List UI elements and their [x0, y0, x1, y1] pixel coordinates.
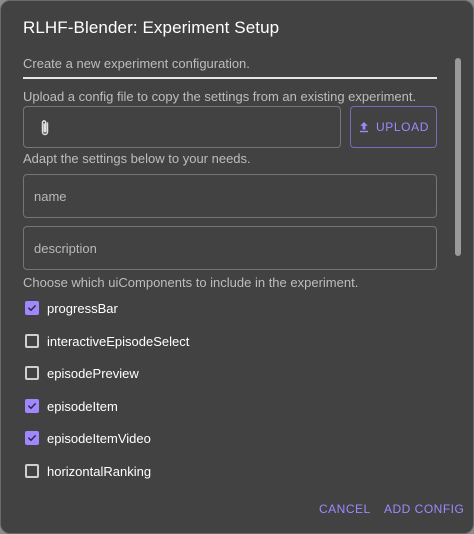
components-hint: Choose which uiComponents to include in …: [23, 275, 359, 290]
divider: [23, 77, 437, 79]
checkbox-row-horizontalRanking[interactable]: horizontalRanking: [23, 461, 151, 481]
upload-button-label: UPLOAD: [376, 120, 429, 134]
name-input[interactable]: [23, 174, 437, 218]
add-config-button[interactable]: ADD CONFIG: [384, 502, 464, 516]
checkbox-row-episodeItem[interactable]: episodeItem: [23, 396, 118, 416]
adapt-hint: Adapt the settings below to your needs.: [23, 151, 251, 166]
cancel-button[interactable]: CANCEL: [319, 502, 371, 516]
dialog-subtitle: Create a new experiment configuration.: [23, 56, 250, 71]
config-file-field[interactable]: [23, 106, 341, 148]
checkbox-label: episodePreview: [47, 365, 139, 381]
paperclip-icon[interactable]: [38, 118, 52, 138]
checkbox-label: progressBar: [47, 300, 118, 316]
checkmark-icon: [28, 435, 36, 441]
checkbox-row-interactiveEpisodeSelect[interactable]: interactiveEpisodeSelect: [23, 331, 189, 351]
experiment-setup-dialog: RLHF-Blender: Experiment Setup Create a …: [0, 0, 474, 534]
scrollbar-thumb[interactable]: [455, 58, 461, 256]
checkbox-label: episodeItemVideo: [47, 430, 151, 446]
checkbox-row-episodeItemVideo[interactable]: episodeItemVideo: [23, 428, 151, 448]
upload-icon: [360, 122, 369, 133]
upload-button[interactable]: UPLOAD: [350, 106, 437, 148]
description-input[interactable]: [23, 226, 437, 270]
checkbox-label: episodeItem: [47, 398, 118, 414]
checkbox-label: interactiveEpisodeSelect: [47, 333, 190, 349]
checkbox-row-progressBar[interactable]: progressBar: [23, 298, 118, 318]
checkmark-icon: [28, 305, 36, 311]
checkmark-icon: [28, 403, 36, 409]
upload-hint: Upload a config file to copy the setting…: [23, 89, 417, 104]
checkbox-label: horizontalRanking: [47, 463, 152, 479]
checkbox-interactiveEpisodeSelect[interactable]: [25, 334, 39, 348]
checkbox-progressBar[interactable]: [25, 301, 39, 315]
checkbox-horizontalRanking[interactable]: [25, 464, 39, 478]
checkbox-row-episodePreview[interactable]: episodePreview: [23, 363, 139, 383]
checkbox-episodeItem[interactable]: [25, 399, 39, 413]
checkbox-episodeItemVideo[interactable]: [25, 431, 39, 445]
dialog-title: RLHF-Blender: Experiment Setup: [23, 18, 280, 37]
checkbox-episodePreview[interactable]: [25, 366, 39, 380]
